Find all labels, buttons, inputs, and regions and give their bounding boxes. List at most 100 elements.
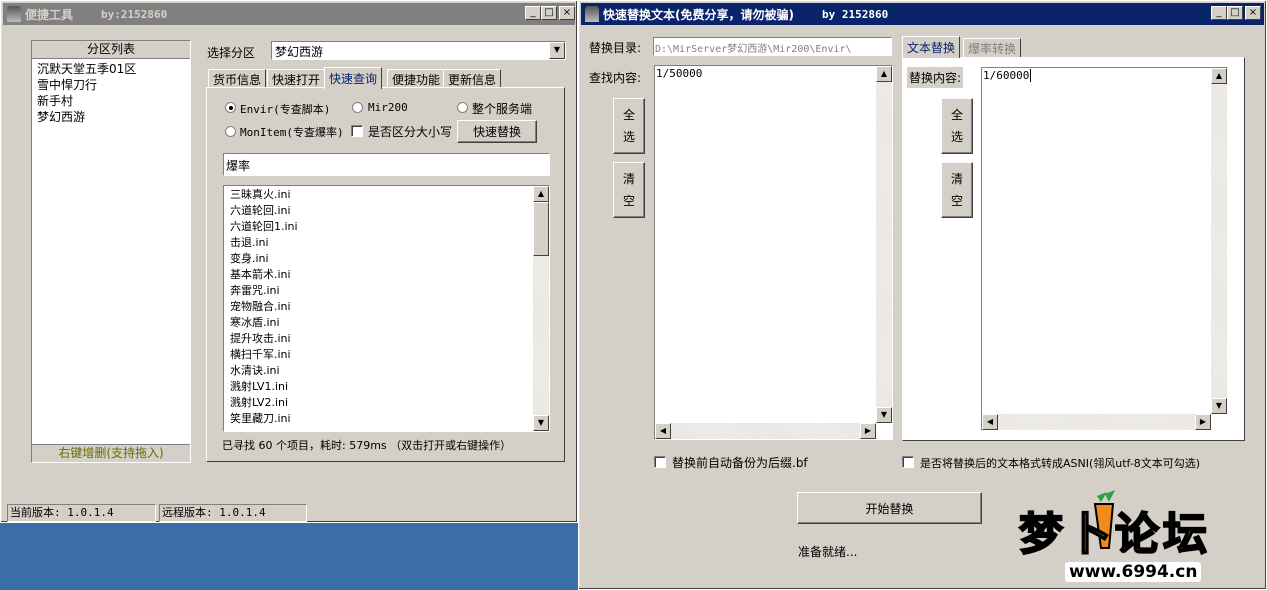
maximize-icon[interactable]: □ <box>541 6 557 20</box>
replace-textarea[interactable]: 1/60000 ▲ ▼ ◀ ▶ <box>981 67 1228 431</box>
results-list[interactable]: 三昧真火.ini 六道轮回.ini 六道轮回1.ini 击退.ini 变身.ini 基本箭… <box>223 185 550 432</box>
radio-envir[interactable] <box>225 102 236 113</box>
radio-whole-server[interactable] <box>457 102 468 113</box>
ansi-checkbox[interactable] <box>902 456 914 468</box>
backup-checkbox[interactable] <box>654 456 666 468</box>
scroll-up-icon[interactable]: ▲ <box>876 66 892 82</box>
result-item[interactable]: 六道轮回.ini <box>230 203 543 219</box>
left-window-title: 便捷工具 <box>25 7 74 22</box>
scroll-left-icon[interactable]: ◀ <box>982 414 998 430</box>
tab-update-info[interactable]: 更新信息 <box>443 69 502 89</box>
tab-quick-open[interactable]: 快速打开 <box>267 69 326 89</box>
left-title-bar[interactable]: 便捷工具 by:2152860 <box>3 3 575 25</box>
replace-vscroll[interactable]: ▲ ▼ <box>1211 68 1227 414</box>
tab-text-replace[interactable]: 文本替换 <box>902 36 961 58</box>
results-list-items: 三昧真火.ini 六道轮回.ini 六道轮回1.ini 击退.ini 变身.ini 基本箭… <box>224 186 549 428</box>
backup-checkbox-label[interactable]: 替换前自动备份为后缀.bf <box>672 454 808 471</box>
radio-whole-server-label[interactable]: 整个服务端 <box>472 100 532 117</box>
replace-hscroll[interactable]: ◀ ▶ <box>982 414 1211 430</box>
result-item[interactable]: 变身.ini <box>230 251 543 267</box>
case-sensitive-label[interactable]: 是否区分大小写 <box>368 123 452 140</box>
result-item[interactable]: 溅射LV1.ini <box>230 379 543 395</box>
scroll-down-icon[interactable]: ▼ <box>533 415 549 431</box>
radio-monitem-label[interactable]: MonItem(专查爆率) <box>240 124 344 140</box>
select-zone-value: 梦幻西游 <box>275 45 324 59</box>
result-item[interactable]: 基本箭术.ini <box>230 267 543 283</box>
find-value: 1/50000 <box>656 67 703 80</box>
scroll-down-icon[interactable]: ▼ <box>876 407 892 423</box>
result-item[interactable]: 六道轮回1.ini <box>230 219 543 235</box>
replace-label: 替换内容: <box>907 67 964 88</box>
result-item[interactable]: 横扫千军.ini <box>230 347 543 363</box>
radio-envir-label[interactable]: Envir(专查脚本) <box>240 101 330 117</box>
find-hscroll[interactable]: ◀ ▶ <box>655 423 876 439</box>
ansi-checkbox-label[interactable]: 是否将替换后的文本格式转成ASNI(翎风utf-8文本可勾选) <box>920 455 1200 471</box>
logo-url: www.6994.cn <box>1065 562 1202 582</box>
scroll-up-icon[interactable]: ▲ <box>1211 68 1227 84</box>
replace-clear-button[interactable]: 清 空 <box>941 162 973 218</box>
zone-list-footer[interactable]: 右键增删(支持拖入) <box>32 444 190 462</box>
minimize-icon[interactable]: _ <box>525 6 541 20</box>
replace-dir-value: D:\MirServer梦幻西游\Mir200\Envir\ <box>655 44 852 55</box>
close-icon[interactable]: × <box>1245 6 1261 20</box>
radio-mir200[interactable] <box>352 102 363 113</box>
zone-list-item[interactable]: 雪中悍刀行 <box>37 77 185 93</box>
app-icon <box>585 6 599 22</box>
start-replace-button[interactable]: 开始替换 <box>797 492 982 524</box>
left-window-controls: _ □ × <box>525 6 575 20</box>
minimize-icon[interactable]: _ <box>1211 6 1227 20</box>
radio-mir200-label[interactable]: Mir200 <box>368 101 408 114</box>
find-clear-button[interactable]: 清 空 <box>613 162 645 218</box>
select-zone-dropdown[interactable]: 梦幻西游 ▼ <box>271 41 566 60</box>
search-input[interactable]: 爆率 <box>223 153 550 176</box>
result-item[interactable]: 奔雷咒.ini <box>230 283 543 299</box>
zone-list-item[interactable]: 新手村 <box>37 93 185 109</box>
results-scrollbar[interactable]: ▲ ▼ <box>533 186 549 431</box>
case-sensitive-checkbox[interactable] <box>351 125 363 137</box>
right-title-bar[interactable]: 快速替换文本(免费分享，请勿被骗) by 2152860 <box>581 3 1264 25</box>
find-textarea[interactable]: 1/50000 ▲ ▼ ◀ ▶ <box>654 65 893 440</box>
scroll-left-icon[interactable]: ◀ <box>655 423 671 439</box>
result-item[interactable]: 水清诀.ini <box>230 363 543 379</box>
result-item[interactable]: 宠物融合.ini <box>230 299 543 315</box>
left-window-author: by:2152860 <box>101 7 168 21</box>
radio-monitem[interactable] <box>225 126 236 137</box>
select-zone-label: 选择分区 <box>207 46 256 60</box>
scroll-up-icon[interactable]: ▲ <box>533 186 549 202</box>
right-window-controls: _ □ × <box>1211 6 1261 20</box>
zone-list-item[interactable]: 梦幻西游 <box>37 109 185 125</box>
result-item[interactable]: 击退.ini <box>230 235 543 251</box>
logo-text: 梦卜论坛 <box>1018 508 1211 561</box>
remote-version: 远程版本: 1.0.1.4 <box>159 504 307 522</box>
quick-replace-button[interactable]: 快速替换 <box>457 120 537 143</box>
right-window-title: 快速替换文本(免费分享，请勿被骗) <box>603 7 794 22</box>
result-item[interactable]: 笑里藏刀.ini <box>230 411 543 427</box>
replace-dir-input[interactable]: D:\MirServer梦幻西游\Mir200\Envir\ <box>653 37 892 56</box>
search-input-value: 爆率 <box>226 159 251 173</box>
maximize-icon[interactable]: □ <box>1227 6 1243 20</box>
scroll-down-icon[interactable]: ▼ <box>1211 398 1227 414</box>
result-item[interactable]: 提升攻击.ini <box>230 331 543 347</box>
replace-select-all-button[interactable]: 全 选 <box>941 98 973 154</box>
scroll-right-icon[interactable]: ▶ <box>1195 414 1211 430</box>
replace-value: 1/60000 <box>983 69 1032 82</box>
find-label: 查找内容: <box>589 71 642 85</box>
tab-quick-functions[interactable]: 便捷功能 <box>387 69 446 89</box>
zone-list-item[interactable]: 沉默天堂五季01区 <box>37 61 185 77</box>
result-item[interactable]: 寒冰盾.ini <box>230 315 543 331</box>
result-item[interactable]: 溅射LV2.ini <box>230 395 543 411</box>
chevron-down-icon[interactable]: ▼ <box>549 42 565 59</box>
find-vscroll[interactable]: ▲ ▼ <box>876 66 892 423</box>
tab-droprate-convert[interactable]: 爆率转换 <box>963 38 1022 58</box>
zone-list[interactable]: 分区列表 沉默天堂五季01区 雪中悍刀行 新手村 梦幻西游 右键增删(支持拖入) <box>31 40 191 463</box>
tab-currency-info[interactable]: 货币信息 <box>208 69 267 89</box>
right-window-author: by 2152860 <box>821 7 889 21</box>
scroll-thumb[interactable] <box>533 202 549 256</box>
app-icon <box>7 6 21 22</box>
close-icon[interactable]: × <box>559 6 575 20</box>
scroll-right-icon[interactable]: ▶ <box>860 423 876 439</box>
find-select-all-button[interactable]: 全 选 <box>613 98 645 154</box>
result-item[interactable]: 三昧真火.ini <box>230 187 543 203</box>
tab-quick-query[interactable]: 快速查询 <box>324 67 383 89</box>
zone-list-items: 沉默天堂五季01区 雪中悍刀行 新手村 梦幻西游 <box>32 59 190 127</box>
